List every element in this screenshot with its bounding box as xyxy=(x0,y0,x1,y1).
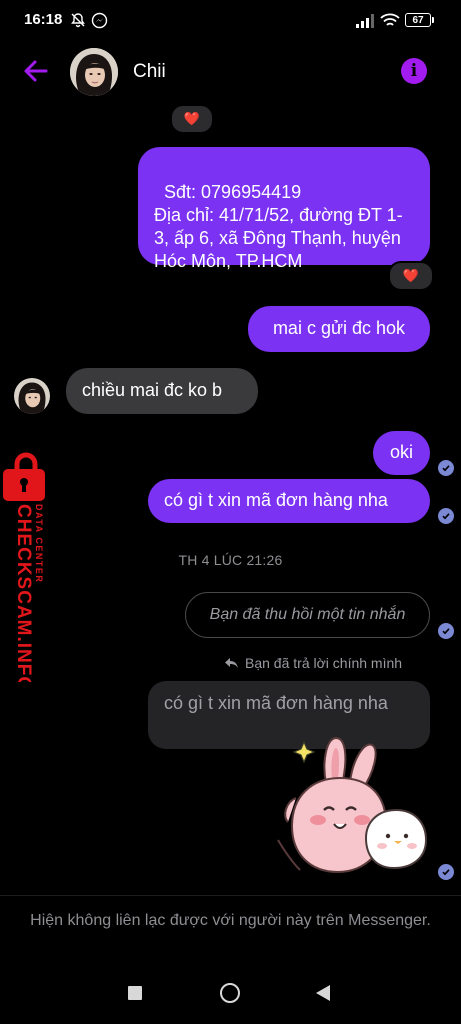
message-bubble-received[interactable]: chiều mai đc ko b xyxy=(66,368,258,414)
reply-indicator: Bạn đã trả lời chính mình xyxy=(224,655,402,671)
arrow-left-icon[interactable] xyxy=(20,55,52,87)
seen-check-icon xyxy=(438,460,454,476)
seen-check-icon xyxy=(438,864,454,880)
unsent-text: Bạn đã thu hồi một tin nhắn xyxy=(209,606,406,623)
watermark-sub: DATA CENTER xyxy=(34,504,44,583)
avatar-photo xyxy=(70,48,118,96)
message-bubble-sent[interactable]: có gì t xin mã đơn hàng nha xyxy=(148,479,430,523)
seen-check-icon xyxy=(438,623,454,639)
wifi-icon xyxy=(380,13,400,26)
status-time: 16:18 xyxy=(24,11,63,28)
message-text: mai c gửi đc hok xyxy=(272,318,406,338)
quoted-text: có gì t xin mã đơn hàng nha xyxy=(164,693,388,713)
message-bubble-sent[interactable]: oki xyxy=(373,431,430,475)
reaction-badge[interactable]: ❤️ xyxy=(170,104,214,134)
messenger-icon xyxy=(91,12,108,29)
message-text: Sđt: 0796954419 Địa chỉ: 41/71/52, đường… xyxy=(154,182,403,271)
home-circle-icon[interactable] xyxy=(220,983,240,1003)
reply-icon xyxy=(225,658,238,668)
watermark-brand: CHECKSCAM.INFO xyxy=(13,504,34,682)
message-text: oki xyxy=(389,442,413,462)
heart-reaction: ❤️ xyxy=(183,111,201,126)
contact-name[interactable]: Chii xyxy=(133,61,166,83)
avatar-photo xyxy=(14,378,50,414)
battery-indicator: 67 xyxy=(405,13,434,27)
footer-divider xyxy=(0,895,461,896)
heart-reaction: ❤️ xyxy=(402,268,420,283)
avatar[interactable] xyxy=(70,48,118,96)
message-bubble-sent[interactable]: mai c gửi đc hok xyxy=(248,306,430,352)
watermark-logo: CHECKSCAM.INFO DATA CENTER xyxy=(3,452,45,682)
reply-label: Bạn đã trả lời chính mình xyxy=(245,655,403,671)
recents-square-icon[interactable] xyxy=(128,986,142,1000)
reaction-badge[interactable]: ❤️ xyxy=(388,261,434,291)
unsent-message-notice[interactable]: Bạn đã thu hồi một tin nhắn xyxy=(185,592,430,638)
bell-muted-icon xyxy=(71,13,85,28)
cannot-reply-notice: Hiện không liên lạc được với người này t… xyxy=(30,912,431,929)
timestamp: TH 4 LÚC 21:26 xyxy=(178,552,283,568)
message-text: chiều mai đc ko b xyxy=(82,380,223,400)
avatar[interactable] xyxy=(14,378,50,414)
sticker-rabbit-chick[interactable] xyxy=(274,728,434,876)
message-bubble-sent[interactable]: Sđt: 0796954419 Địa chỉ: 41/71/52, đường… xyxy=(138,147,430,271)
info-icon[interactable]: i xyxy=(401,58,427,84)
message-text: có gì t xin mã đơn hàng nha xyxy=(164,490,388,510)
back-triangle-icon[interactable] xyxy=(315,984,331,1002)
seen-check-icon xyxy=(438,508,454,524)
signal-icon xyxy=(356,14,374,28)
